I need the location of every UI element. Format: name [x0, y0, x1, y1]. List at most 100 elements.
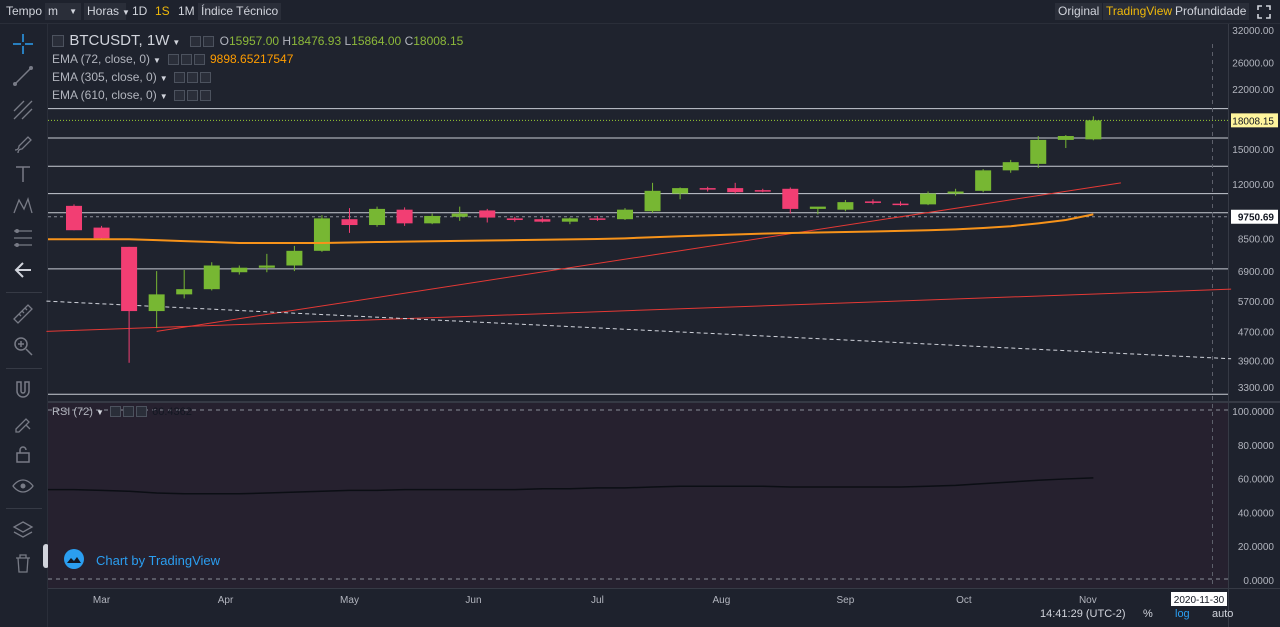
- crosshair-price-tag-label: 9750.69: [1238, 213, 1275, 224]
- ema-305-label[interactable]: EMA (305, close, 0): [52, 70, 157, 84]
- visibility-icon[interactable]: [203, 36, 215, 47]
- cloud-icon: [64, 549, 84, 569]
- chevron-down-icon[interactable]: ▼: [160, 74, 168, 83]
- price-tick-label: 15000.00: [1232, 145, 1274, 156]
- candle-body: [1002, 162, 1019, 171]
- close-icon[interactable]: [193, 54, 205, 65]
- visibility-icon[interactable]: [123, 406, 135, 417]
- time-tick-label: Apr: [218, 595, 234, 606]
- close-label: C: [404, 34, 414, 48]
- candle-body: [93, 227, 110, 239]
- ema-610-label[interactable]: EMA (610, close, 0): [52, 88, 157, 102]
- main-series-legend: BTCUSDT, 1W ▼ O15957.00 H18476.93 L15864.…: [52, 32, 463, 49]
- ema-72-legend[interactable]: EMA (72, close, 0) ▼ 9898.65217547: [52, 52, 293, 66]
- last-price-tag-label: 18008.15: [1232, 116, 1274, 127]
- ema-305-legend[interactable]: EMA (305, close, 0) ▼: [52, 70, 213, 84]
- rsi-pane-background: [48, 403, 1228, 588]
- rsi-tick-label: 80.0000: [1238, 441, 1275, 452]
- visibility-icon[interactable]: [187, 72, 199, 83]
- candle-body: [975, 170, 992, 191]
- settings-icon[interactable]: [190, 36, 202, 47]
- percent-scale-button[interactable]: %: [1143, 608, 1153, 620]
- ema-72-value: 9898.65217547: [209, 52, 294, 66]
- candle-body: [534, 219, 551, 222]
- chevron-down-icon[interactable]: ▼: [153, 56, 161, 65]
- candle-body: [892, 203, 909, 206]
- tradingview-watermark[interactable]: Chart by TradingView: [60, 549, 220, 569]
- open-label: O: [219, 34, 229, 48]
- candle-body: [286, 250, 303, 266]
- candle-body: [451, 213, 468, 217]
- rsi-label[interactable]: RSI (72): [52, 406, 93, 418]
- candle-body: [864, 201, 881, 203]
- candle-body: [1057, 136, 1074, 140]
- candle-body: [66, 205, 82, 231]
- candle-body: [424, 215, 441, 224]
- time-tick-label: Jun: [465, 595, 481, 606]
- candle-body: [396, 209, 413, 224]
- time-tick-label: May: [340, 595, 359, 606]
- candle-body: [258, 265, 275, 268]
- price-tick-label: 3300.00: [1238, 383, 1275, 394]
- close-icon[interactable]: [200, 72, 212, 83]
- settings-icon[interactable]: [110, 406, 122, 417]
- time-tick-label: Oct: [956, 595, 972, 606]
- chevron-down-icon[interactable]: ▼: [160, 92, 168, 101]
- visibility-icon[interactable]: [187, 90, 199, 101]
- candle-body: [617, 209, 633, 220]
- time-tick-label: Aug: [713, 595, 731, 606]
- price-tick-label: 3900.00: [1238, 357, 1275, 368]
- close-icon[interactable]: [136, 406, 148, 417]
- price-tick-label: 32000.00: [1232, 26, 1274, 37]
- candle-body: [589, 218, 606, 220]
- rsi-tick-label: 60.0000: [1238, 475, 1275, 486]
- low-value: 15864.00: [351, 34, 402, 48]
- rsi-legend[interactable]: RSI (72) ▼ 60.4362: [52, 406, 192, 418]
- close-value: 18008.15: [413, 34, 464, 48]
- candle-body: [561, 218, 578, 222]
- candle-body: [176, 289, 193, 295]
- candle-body: [369, 208, 386, 226]
- candle-body: [479, 210, 496, 218]
- candle-body: [699, 188, 716, 190]
- chevron-down-icon[interactable]: ▼: [172, 38, 180, 47]
- ema-72-label[interactable]: EMA (72, close, 0): [52, 52, 150, 66]
- candle-body: [837, 202, 854, 210]
- symbol-label[interactable]: BTCUSDT, 1W: [69, 32, 169, 49]
- settings-icon[interactable]: [167, 54, 179, 65]
- rsi-value: 60.4362: [152, 406, 192, 418]
- settings-icon[interactable]: [174, 90, 186, 101]
- candle-body: [341, 219, 358, 226]
- ema-610-legend[interactable]: EMA (610, close, 0) ▼: [52, 88, 213, 102]
- time-tick-label: Nov: [1079, 595, 1097, 606]
- candle-body: [1030, 139, 1047, 164]
- candle-body: [506, 218, 523, 221]
- candle-body: [121, 246, 138, 312]
- rsi-tick-label: 100.0000: [1232, 407, 1274, 418]
- chevron-down-icon[interactable]: ▼: [96, 408, 104, 417]
- candle-body: [727, 188, 744, 193]
- log-scale-button[interactable]: log: [1175, 608, 1190, 620]
- candle-body: [809, 206, 826, 209]
- candle-body: [782, 188, 799, 209]
- time-tick-label: Sep: [837, 595, 855, 606]
- candle-body: [203, 265, 220, 290]
- price-tick-label: 5700.00: [1238, 297, 1275, 308]
- price-tick-label: 22000.00: [1232, 85, 1274, 96]
- close-icon[interactable]: [200, 90, 212, 101]
- candle-body: [1085, 120, 1102, 140]
- candle-body: [754, 190, 771, 192]
- visibility-icon[interactable]: [180, 54, 192, 65]
- high-value: 18476.93: [291, 34, 342, 48]
- price-tick-label: 4700.00: [1238, 327, 1275, 338]
- candle-body: [920, 193, 937, 205]
- auto-scale-button[interactable]: auto: [1212, 608, 1233, 620]
- settings-icon[interactable]: [174, 72, 186, 83]
- price-tick-label: 12000.00: [1232, 180, 1274, 191]
- candle-body: [947, 191, 964, 194]
- price-tick-label: 8500.00: [1238, 234, 1275, 245]
- clock-label: 14:41:29 (UTC-2): [1040, 608, 1126, 620]
- candle-body: [313, 218, 330, 251]
- rsi-tick-label: 0.0000: [1243, 576, 1274, 587]
- collapse-legend-icon[interactable]: [52, 35, 64, 47]
